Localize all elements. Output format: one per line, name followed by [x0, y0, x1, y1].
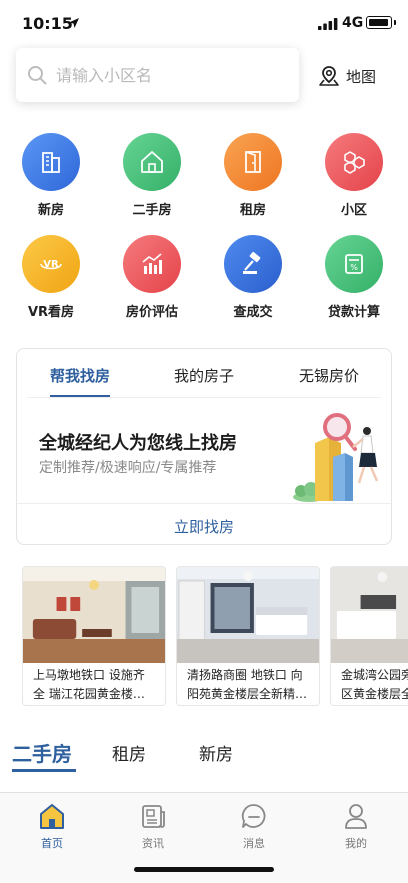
magnifier-illustration-icon	[293, 413, 379, 502]
menu-label: 查成交	[233, 305, 273, 320]
map-pin-icon	[319, 66, 339, 86]
nav-home[interactable]: 首页	[22, 801, 82, 851]
search-bar[interactable]	[16, 48, 299, 102]
vr-icon: VR	[22, 235, 80, 293]
menu-loan-calc[interactable]: % 贷款计算	[314, 235, 394, 320]
listing-title: 上马墩地铁口 设施齐 全 瑞江花园黄金楼…	[33, 668, 145, 701]
menu-new-house[interactable]: 新房	[11, 133, 91, 218]
tab-rent[interactable]: 租房	[112, 740, 146, 765]
message-bubble-icon	[241, 804, 266, 828]
status-time: 10:15	[22, 14, 73, 33]
listing-photo	[331, 567, 408, 663]
listing-title: 清扬路商圈 地铁口 向 阳苑黄金楼层全新精…	[187, 668, 308, 701]
nav-messages[interactable]: 消息	[224, 801, 284, 851]
home-icon	[40, 804, 64, 829]
menu-label: 小区	[340, 203, 367, 218]
location-arrow-icon	[69, 18, 79, 28]
active-type-indicator	[12, 769, 76, 772]
tab-second-hand[interactable]: 二手房	[12, 738, 72, 767]
listing-title: 金城湾公园旁 区黄金楼层全	[341, 668, 408, 701]
door-icon	[224, 133, 282, 191]
tab-my-house[interactable]: 我的房子	[174, 365, 234, 386]
listing-card[interactable]: 清扬路商圈 地铁口 向 阳苑黄金楼层全新精…	[176, 566, 320, 706]
tab-new-house[interactable]: 新房	[199, 740, 233, 765]
find-now-button[interactable]: 立即找房	[17, 516, 391, 537]
cellular-signal-icon	[318, 18, 338, 30]
status-bar: 10:15 4G	[0, 0, 408, 44]
gavel-icon	[224, 235, 282, 293]
menu-label: VR看房	[27, 305, 75, 320]
menu-label: 新房	[37, 203, 64, 218]
user-icon	[345, 804, 367, 829]
calculator-icon: %	[325, 235, 383, 293]
tab-wuxi-price[interactable]: 无锡房价	[299, 365, 359, 386]
building-icon	[22, 133, 80, 191]
menu-price-eval[interactable]: 房价评估	[112, 235, 192, 320]
map-label: 地图	[346, 67, 377, 86]
search-input[interactable]	[56, 62, 286, 88]
network-type: 4G	[342, 15, 364, 31]
listing-photo	[177, 567, 319, 663]
listing-card[interactable]: 金城湾公园旁 区黄金楼层全	[330, 566, 408, 706]
nav-label: 资讯	[142, 837, 164, 850]
menu-label: 租房	[239, 203, 266, 218]
svg-text:%: %	[350, 263, 358, 272]
battery-icon	[366, 16, 396, 29]
menu-rent[interactable]: 租房	[213, 133, 293, 218]
menu-label: 二手房	[132, 203, 172, 218]
menu-deals[interactable]: 查成交	[213, 235, 293, 320]
menu-label: 贷款计算	[327, 305, 380, 320]
promo-title: 全城经纪人为您线上找房	[39, 433, 237, 454]
home-indicator	[134, 867, 274, 872]
nav-label: 消息	[243, 837, 265, 850]
house-icon	[123, 133, 181, 191]
menu-community[interactable]: 小区	[314, 133, 394, 218]
map-button[interactable]: 地图	[318, 62, 376, 90]
nav-label: 我的	[345, 837, 367, 850]
nav-profile[interactable]: 我的	[326, 801, 386, 851]
menu-vr[interactable]: VR VR看房	[11, 235, 91, 320]
listing-card[interactable]: 上马墩地铁口 设施齐 全 瑞江花园黄金楼…	[22, 566, 166, 706]
nav-label: 首页	[41, 837, 63, 850]
finder-tabs: 帮我找房 我的房子 无锡房价	[17, 349, 391, 399]
menu-label: 房价评估	[125, 305, 178, 320]
search-icon	[28, 66, 47, 85]
house-finder-card: 帮我找房 我的房子 无锡房价 全城经纪人为您线上找房 定制推荐/极速响应/专属推…	[16, 348, 392, 545]
card-divider	[17, 503, 391, 504]
menu-second-hand[interactable]: 二手房	[112, 133, 192, 218]
listing-photo	[23, 567, 165, 663]
tabs-divider	[27, 397, 381, 398]
hexagons-icon	[325, 133, 383, 191]
nav-news[interactable]: 资讯	[123, 801, 183, 851]
tab-help-me-find[interactable]: 帮我找房	[50, 365, 110, 386]
price-chart-icon	[123, 235, 181, 293]
newspaper-icon	[142, 805, 165, 828]
promo-subtitle: 定制推荐/极速响应/专属推荐	[39, 460, 217, 476]
listing-carousel[interactable]: 上马墩地铁口 设施齐 全 瑞江花园黄金楼… 清扬路商圈 地铁口 向 阳苑黄金楼层…	[0, 566, 408, 706]
